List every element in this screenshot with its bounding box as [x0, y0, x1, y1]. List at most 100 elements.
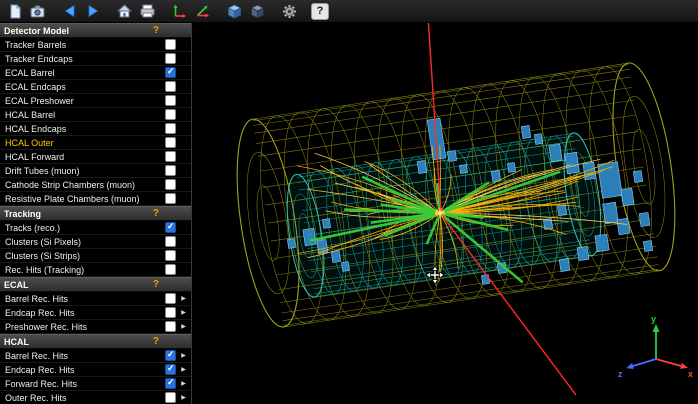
item-checkbox[interactable] [165, 95, 176, 106]
item-checkbox[interactable] [165, 392, 176, 403]
expand-arrow-icon[interactable]: ▶ [179, 306, 188, 320]
section-help-icon[interactable]: ? [153, 25, 159, 36]
expand-arrow-icon[interactable]: ▶ [179, 363, 188, 377]
section-help-icon[interactable]: ? [153, 279, 159, 290]
item-checkbox[interactable] [165, 236, 176, 247]
item-checkbox[interactable] [165, 137, 176, 148]
sidebar-item-outer-rec-hits[interactable]: Outer Rec. Hits ▶ [0, 391, 191, 404]
print-button[interactable] [137, 2, 158, 20]
item-label: Endcap Rec. Hits [5, 308, 161, 318]
event-3d-scene[interactable]: yxz [192, 23, 698, 404]
item-checkbox[interactable] [165, 321, 176, 332]
axes-yx-icon [172, 4, 187, 18]
sidebar-item-barrel-rec-hits[interactable]: Barrel Rec. Hits▶ [0, 292, 191, 306]
section-help-icon[interactable]: ? [153, 336, 159, 347]
sidebar-item-tracker-endcaps[interactable]: Tracker Endcaps [0, 52, 191, 66]
screenshot-button[interactable] [27, 2, 48, 20]
previous-event-button[interactable] [59, 2, 80, 20]
sidebar-item-barrel-rec-hits[interactable]: Barrel Rec. Hits▶ [0, 349, 191, 363]
orthographic-view-button[interactable] [247, 2, 268, 20]
sidebar-item-tracker-barrels[interactable]: Tracker Barrels [0, 38, 191, 52]
cube-icon [227, 4, 242, 19]
toolbar: ? [0, 0, 698, 23]
item-checkbox[interactable] [165, 53, 176, 64]
sidebar-item-drift-tubes-muon[interactable]: Drift Tubes (muon) [0, 164, 191, 178]
sidebar-item-preshower-rec-hits[interactable]: Preshower Rec. Hits▶ [0, 320, 191, 334]
sidebar-item-resistive-plate-chambers-muon[interactable]: Resistive Plate Chambers (muon) [0, 192, 191, 206]
section-header-detector-model[interactable]: Detector Model? [0, 23, 191, 38]
item-label: HCAL Forward [5, 152, 161, 162]
item-label: HCAL Outer [5, 138, 161, 148]
item-label: HCAL Barrel [5, 110, 161, 120]
sidebar-item-endcap-rec-hits[interactable]: Endcap Rec. Hits ▶ [0, 306, 191, 320]
next-event-button[interactable] [82, 2, 103, 20]
item-checkbox[interactable] [165, 109, 176, 120]
item-label: Cathode Strip Chambers (muon) [5, 180, 161, 190]
expand-arrow-icon[interactable]: ▶ [179, 391, 188, 404]
expand-arrow-icon[interactable]: ▶ [179, 377, 188, 391]
item-checkbox[interactable] [165, 378, 176, 389]
item-checkbox[interactable] [165, 39, 176, 50]
item-checkbox[interactable] [165, 193, 176, 204]
sidebar-item-hcal-endcaps[interactable]: HCAL Endcaps [0, 122, 191, 136]
file-icon [8, 4, 22, 19]
help-label: ? [317, 4, 324, 19]
item-checkbox[interactable] [165, 222, 176, 233]
sidebar-item-ecal-endcaps[interactable]: ECAL Endcaps [0, 80, 191, 94]
rz-view-button[interactable] [192, 2, 213, 20]
sidebar-item-rec-hits-tracking[interactable]: Rec. Hits (Tracking) [0, 263, 191, 277]
section-header-hcal[interactable]: HCAL? [0, 334, 191, 349]
sidebar-item-endcap-rec-hits[interactable]: Endcap Rec. Hits▶ [0, 363, 191, 377]
sidebar-item-hcal-outer[interactable]: HCAL Outer [0, 136, 191, 150]
section-help-icon[interactable]: ? [153, 208, 159, 219]
sidebar-item-ecal-barrel[interactable]: ECAL Barrel [0, 66, 191, 80]
item-checkbox[interactable] [165, 67, 176, 78]
item-checkbox[interactable] [165, 151, 176, 162]
toolbar-separator [49, 2, 58, 20]
axis-label-y: y [651, 314, 656, 324]
settings-button[interactable] [279, 2, 300, 20]
camera-icon [30, 5, 45, 18]
expand-arrow-icon[interactable]: ▶ [179, 320, 188, 334]
item-checkbox[interactable] [165, 250, 176, 261]
event-display-app: ? Detector Model?Tracker BarrelsTracker … [0, 0, 698, 404]
axes-rz-icon [195, 4, 210, 18]
3d-viewport[interactable]: yxz [192, 23, 698, 404]
item-checkbox[interactable] [165, 293, 176, 304]
item-checkbox[interactable] [165, 264, 176, 275]
item-label: Clusters (Si Strips) [5, 251, 161, 261]
sidebar-item-hcal-forward[interactable]: HCAL Forward [0, 150, 191, 164]
item-checkbox[interactable] [165, 123, 176, 134]
open-file-button[interactable] [4, 2, 25, 20]
toolbar-separator [104, 2, 113, 20]
expand-arrow-icon[interactable]: ▶ [179, 292, 188, 306]
reset-view-button[interactable] [114, 2, 135, 20]
item-checkbox[interactable] [165, 364, 176, 375]
home-icon [117, 4, 132, 18]
sidebar-item-cathode-strip-chambers-muon[interactable]: Cathode Strip Chambers (muon) [0, 178, 191, 192]
toolbar-separator [159, 2, 168, 20]
sidebar-item-clusters-si-strips[interactable]: Clusters (Si Strips) [0, 249, 191, 263]
gear-icon [282, 4, 297, 19]
yx-view-button[interactable] [169, 2, 190, 20]
toolbar-separator [214, 2, 223, 20]
item-checkbox[interactable] [165, 179, 176, 190]
sidebar-item-ecal-preshower[interactable]: ECAL Preshower [0, 94, 191, 108]
sidebar-item-tracks-reco[interactable]: Tracks (reco.) [0, 221, 191, 235]
perspective-view-button[interactable] [224, 2, 245, 20]
help-button[interactable]: ? [311, 3, 329, 20]
arrow-left-icon [63, 4, 77, 18]
vertex-point [438, 211, 442, 215]
expand-arrow-icon[interactable]: ▶ [179, 349, 188, 363]
item-label: Outer Rec. Hits [5, 393, 161, 403]
sidebar-item-hcal-barrel[interactable]: HCAL Barrel [0, 108, 191, 122]
section-header-tracking[interactable]: Tracking? [0, 206, 191, 221]
item-checkbox[interactable] [165, 307, 176, 318]
sidebar-item-forward-rec-hits[interactable]: Forward Rec. Hits▶ [0, 377, 191, 391]
item-checkbox[interactable] [165, 350, 176, 361]
toolbar-separator [269, 2, 278, 20]
sidebar-item-clusters-si-pixels[interactable]: Clusters (Si Pixels) [0, 235, 191, 249]
item-checkbox[interactable] [165, 165, 176, 176]
item-checkbox[interactable] [165, 81, 176, 92]
section-header-ecal[interactable]: ECAL? [0, 277, 191, 292]
